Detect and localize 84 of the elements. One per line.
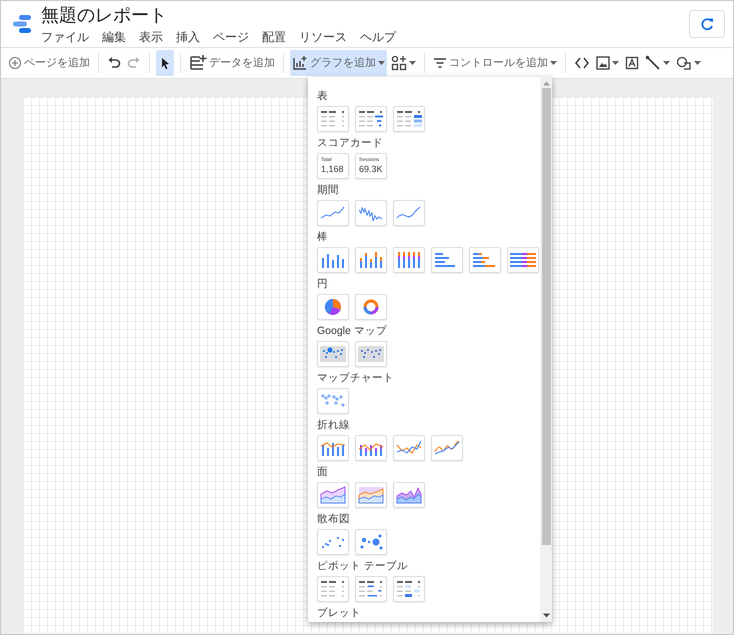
chart-option[interactable] (317, 294, 349, 320)
caret-icon (694, 61, 701, 65)
section-label: 表 (317, 89, 328, 103)
chart-option[interactable] (393, 106, 425, 132)
section-label: ブレット (317, 606, 361, 620)
area-chart-icon (318, 484, 348, 506)
menu-item[interactable]: ヘルプ (360, 30, 409, 44)
control-button[interactable]: コントロールを追加 (431, 50, 559, 76)
chart-option[interactable] (355, 529, 387, 555)
chart-option[interactable] (431, 247, 463, 273)
chart-option[interactable] (355, 200, 387, 226)
code-icon (574, 55, 590, 71)
section-label: 円 (317, 277, 328, 291)
chart-add-icon (292, 55, 308, 71)
chart-option[interactable] (317, 529, 349, 555)
caret-icon (409, 61, 416, 65)
caret-icon (663, 61, 670, 65)
chart-option[interactable] (393, 482, 425, 508)
chart-option[interactable] (393, 435, 425, 461)
chart-option[interactable] (355, 106, 387, 132)
scroll-down-icon (542, 613, 550, 618)
chart-option[interactable] (355, 482, 387, 508)
scrollbar-thumb[interactable] (542, 88, 550, 545)
page-button[interactable]: ページを追加 (6, 50, 92, 76)
section-label: スコアカード (317, 136, 383, 150)
add-circle-icon (8, 56, 22, 70)
section-label: 棒 (317, 230, 328, 244)
chart-option[interactable] (393, 200, 425, 226)
menu-item[interactable]: リソース (299, 30, 360, 44)
image-icon (596, 56, 610, 70)
chart-option[interactable] (393, 247, 425, 273)
refresh-button[interactable] (689, 10, 725, 38)
chart-option[interactable] (355, 294, 387, 320)
chart-option[interactable] (355, 576, 387, 602)
scroll-up-icon (542, 81, 550, 86)
pointer-button[interactable] (156, 50, 174, 76)
menu-item[interactable]: ファイル (41, 30, 102, 44)
menu-item[interactable]: 配置 (262, 30, 299, 44)
chart-option[interactable] (507, 247, 539, 273)
filter-icon (433, 56, 447, 70)
caret-icon (378, 61, 385, 65)
chart-option[interactable] (317, 435, 349, 461)
menu-item[interactable]: 表示 (139, 30, 176, 44)
world-map-icon (318, 343, 348, 365)
section-label: Google マップ (317, 324, 387, 338)
text-box-icon (625, 56, 639, 70)
redo-icon (127, 56, 141, 70)
data-button[interactable]: データを追加 (187, 50, 277, 76)
chart-option[interactable] (317, 341, 349, 367)
section-label: 期間 (317, 183, 339, 197)
chart-option[interactable] (355, 341, 387, 367)
section-label: マップチャート (317, 371, 394, 385)
chart-option[interactable] (317, 576, 349, 602)
chart-option[interactable] (431, 435, 463, 461)
menu-item[interactable]: ページ (213, 30, 262, 44)
section-label: 散布図 (317, 512, 350, 526)
add-data-icon (189, 54, 207, 72)
chart-option[interactable] (393, 576, 425, 602)
chart-option[interactable] (317, 106, 349, 132)
section-label: 折れ線 (317, 418, 350, 432)
section-label: 面 (317, 465, 328, 479)
line-icon (645, 55, 661, 71)
report-title[interactable]: 無題のレポート (41, 4, 409, 26)
section-label: ピボット テーブル (317, 559, 408, 573)
chart-button[interactable]: グラフを追加 (290, 50, 387, 76)
shapes-plus-icon (391, 55, 407, 71)
chart-option[interactable] (355, 435, 387, 461)
refresh-icon (700, 17, 714, 31)
caret-icon (612, 61, 619, 65)
undo-icon (107, 56, 121, 70)
logo-icon (11, 13, 33, 35)
menu-item[interactable]: 編集 (102, 30, 139, 44)
world-map-icon (356, 343, 386, 365)
menu-item[interactable]: 挿入 (176, 30, 213, 44)
caret-icon (550, 61, 557, 65)
chart-option[interactable] (317, 200, 349, 226)
scrollbar[interactable] (540, 77, 552, 622)
area-chart-icon (356, 484, 386, 506)
chart-option[interactable] (317, 482, 349, 508)
chart-option[interactable] (317, 247, 349, 273)
chart-option[interactable] (469, 247, 501, 273)
table-heatmap-icon (394, 108, 424, 130)
chart-option[interactable] (355, 247, 387, 273)
shapes-icon (676, 55, 692, 71)
